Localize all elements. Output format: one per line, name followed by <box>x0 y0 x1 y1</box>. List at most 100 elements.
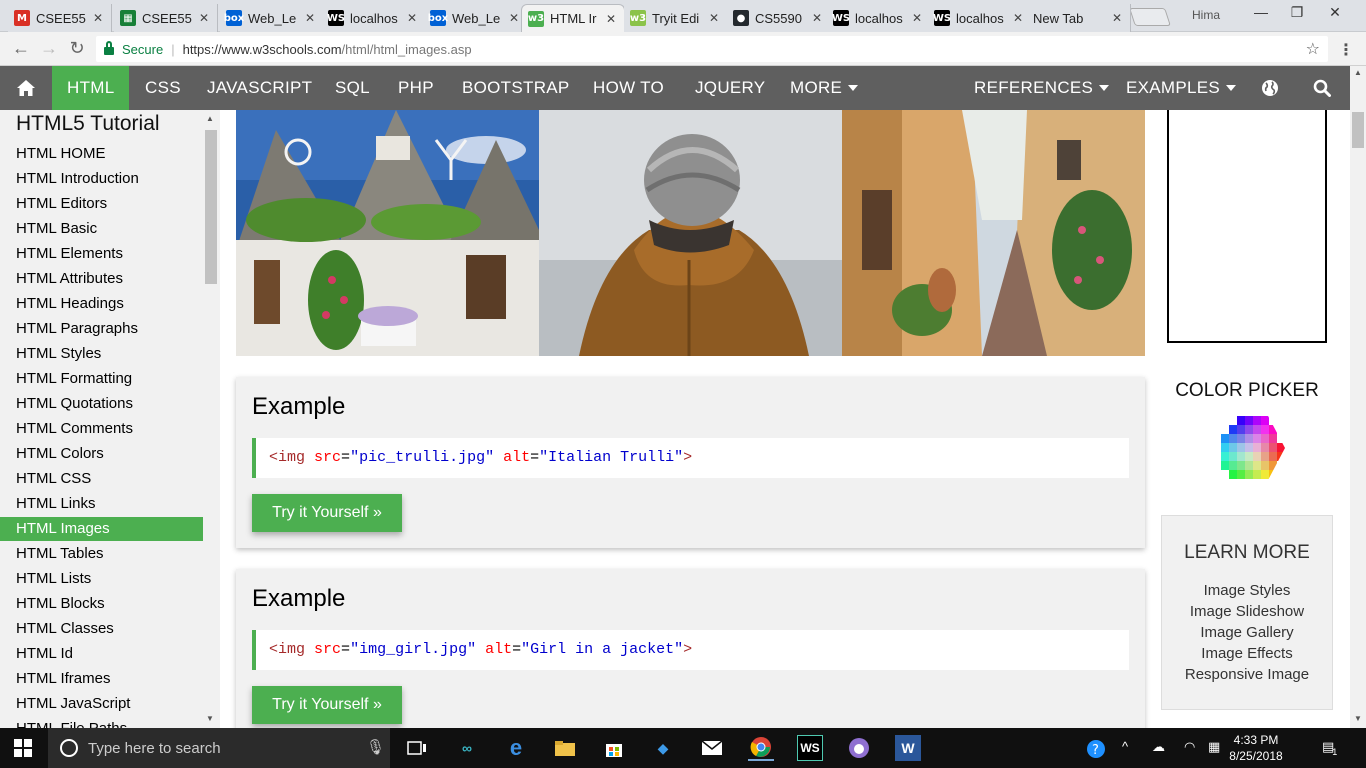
learn-more-link[interactable]: Image Gallery <box>1162 624 1332 641</box>
search-icon[interactable] <box>1298 66 1346 110</box>
nav-examples[interactable]: EXAMPLES <box>1111 66 1251 110</box>
learn-more-link[interactable]: Image Slideshow <box>1162 603 1332 620</box>
nav-jquery[interactable]: JQUERY <box>680 66 780 110</box>
wifi-icon[interactable]: ◠ <box>1184 739 1195 755</box>
sidebar-item[interactable]: HTML Attributes <box>0 267 203 291</box>
close-tab-icon[interactable]: ✕ <box>91 11 105 25</box>
sidebar-item[interactable]: HTML Links <box>0 492 203 516</box>
url-input[interactable]: Secure | https://www.w3schools.com/html/… <box>96 36 1328 62</box>
browser-tab[interactable]: New Tab ✕ <box>1027 4 1131 32</box>
back-icon[interactable]: ← <box>10 38 32 59</box>
store-icon[interactable] <box>601 735 627 761</box>
learn-more-link[interactable]: Image Styles <box>1162 582 1332 599</box>
close-tab-icon[interactable]: ✕ <box>707 11 721 25</box>
browser-tab[interactable]: w3 Tryit Edi ✕ <box>624 4 728 32</box>
sidebar-item[interactable]: HTML Styles <box>0 342 203 366</box>
infinity-app-icon[interactable]: ∞ <box>454 735 480 761</box>
sidebar-item[interactable]: HTML JavaScript <box>0 692 203 716</box>
nav-howto[interactable]: HOW TO <box>578 66 679 110</box>
close-tab-icon[interactable]: ✕ <box>507 11 521 25</box>
try-it-yourself-button[interactable]: Try it Yourself » <box>252 494 402 532</box>
notification-icon[interactable]: ▤1 <box>1322 739 1339 757</box>
chevron-up-icon[interactable]: ^ <box>1122 739 1128 754</box>
close-tab-icon[interactable]: ✕ <box>303 11 317 25</box>
browser-tab[interactable]: box Web_Le ✕ <box>220 4 324 32</box>
page-scrollbar[interactable]: ▲ ▼ <box>1350 66 1366 728</box>
nav-javascript[interactable]: JAVASCRIPT <box>192 66 327 110</box>
scroll-up-icon[interactable]: ▲ <box>206 114 214 123</box>
browser-tab[interactable]: ● CS5590 ✕ <box>727 4 831 32</box>
nav-sql[interactable]: SQL <box>320 66 385 110</box>
sidebar-item[interactable]: HTML Formatting <box>0 367 203 391</box>
nav-more[interactable]: MORE <box>775 66 873 110</box>
scroll-down-icon[interactable]: ▼ <box>206 714 214 723</box>
bookmark-star-icon[interactable]: ☆ <box>1306 39 1320 59</box>
nav-php[interactable]: PHP <box>383 66 449 110</box>
browser-tab[interactable]: M CSEE55 ✕ <box>8 4 112 32</box>
chrome-menu-icon[interactable]: ⋮ <box>1338 40 1354 60</box>
scroll-down-icon[interactable]: ▼ <box>1354 714 1362 723</box>
browser-tab[interactable]: ▦ CSEE55 ✕ <box>114 4 218 32</box>
nav-bootstrap[interactable]: BOOTSTRAP <box>447 66 585 110</box>
reload-icon[interactable]: ↻ <box>66 38 88 59</box>
close-tab-icon[interactable]: ✕ <box>197 11 211 25</box>
close-tab-icon[interactable]: ✕ <box>604 12 618 26</box>
taskbar-search-box[interactable]: Type here to search 🎙 <box>48 728 390 768</box>
sidebar-item[interactable]: HTML Iframes <box>0 667 203 691</box>
try-it-yourself-button[interactable]: Try it Yourself » <box>252 686 402 724</box>
nav-css[interactable]: CSS <box>130 66 196 110</box>
sidebar-item[interactable]: HTML CSS <box>0 467 203 491</box>
sidebar-item[interactable]: HTML Images <box>0 517 203 541</box>
sidebar-item[interactable]: HTML Id <box>0 642 203 666</box>
browser-tab[interactable]: WS localhos ✕ <box>827 4 931 32</box>
nav-references[interactable]: REFERENCES <box>959 66 1124 110</box>
browser-tab[interactable]: WS localhos ✕ <box>322 4 426 32</box>
word-icon[interactable]: W <box>895 735 921 761</box>
sidebar-item[interactable]: HTML Paragraphs <box>0 317 203 341</box>
close-tab-icon[interactable]: ✕ <box>405 11 419 25</box>
sidebar-item[interactable]: HTML Elements <box>0 242 203 266</box>
new-tab-button[interactable] <box>1129 8 1171 26</box>
webstorm-icon[interactable]: WS <box>797 735 823 761</box>
learn-more-link[interactable]: Responsive Image <box>1162 666 1332 683</box>
chrome-icon[interactable] <box>748 735 774 761</box>
close-window-icon[interactable]: ✕ <box>1320 4 1350 21</box>
close-tab-icon[interactable]: ✕ <box>1110 11 1124 25</box>
sidebar-item[interactable]: HTML Tables <box>0 542 203 566</box>
edge-browser-icon[interactable]: e <box>503 735 529 761</box>
forward-icon[interactable]: → <box>38 38 60 59</box>
cloud-sync-icon[interactable]: ☁ <box>1152 739 1165 755</box>
close-tab-icon[interactable]: ✕ <box>810 11 824 25</box>
sidebar-item[interactable]: HTML Classes <box>0 617 203 641</box>
browser-tab[interactable]: box Web_Le ✕ <box>424 4 528 32</box>
browser-tab[interactable]: w3 HTML Ir ✕ <box>521 4 625 32</box>
file-explorer-icon[interactable] <box>552 735 578 761</box>
sidebar-item[interactable]: HTML File Paths <box>0 717 203 728</box>
sidebar-item[interactable]: HTML Editors <box>0 192 203 216</box>
microphone-icon[interactable]: 🎙 <box>366 738 385 756</box>
profile-name[interactable]: Hima <box>1192 8 1220 22</box>
color-picker-icon[interactable] <box>1207 412 1287 489</box>
learn-more-link[interactable]: Image Effects <box>1162 645 1332 662</box>
close-tab-icon[interactable]: ✕ <box>910 11 924 25</box>
nav-html[interactable]: HTML <box>52 66 130 110</box>
sidebar-scroll-thumb[interactable] <box>205 130 217 284</box>
maximize-icon[interactable]: ❐ <box>1282 4 1312 21</box>
page-scroll-thumb[interactable] <box>1352 112 1364 148</box>
scroll-up-icon[interactable]: ▲ <box>1354 68 1362 77</box>
sidebar-item[interactable]: HTML Blocks <box>0 592 203 616</box>
sidebar-item[interactable]: HTML Quotations <box>0 392 203 416</box>
sidebar-item[interactable]: HTML HOME <box>0 142 203 166</box>
sidebar-item[interactable]: HTML Comments <box>0 417 203 441</box>
sidebar-item[interactable]: HTML Basic <box>0 217 203 241</box>
browser-tab[interactable]: WS localhos ✕ <box>928 4 1032 32</box>
dropbox-icon[interactable]: ◆ <box>650 735 676 761</box>
system-clock[interactable]: 4:33 PM 8/25/2018 <box>1226 732 1286 764</box>
home-icon[interactable] <box>0 66 52 110</box>
github-desktop-icon[interactable] <box>846 735 872 761</box>
globe-icon[interactable] <box>1246 66 1294 110</box>
sidebar-scrollbar[interactable]: ▲ ▼ <box>204 110 218 728</box>
close-tab-icon[interactable]: ✕ <box>1011 11 1025 25</box>
keyboard-icon[interactable]: ▦ <box>1208 739 1220 755</box>
mail-icon[interactable] <box>699 735 725 761</box>
